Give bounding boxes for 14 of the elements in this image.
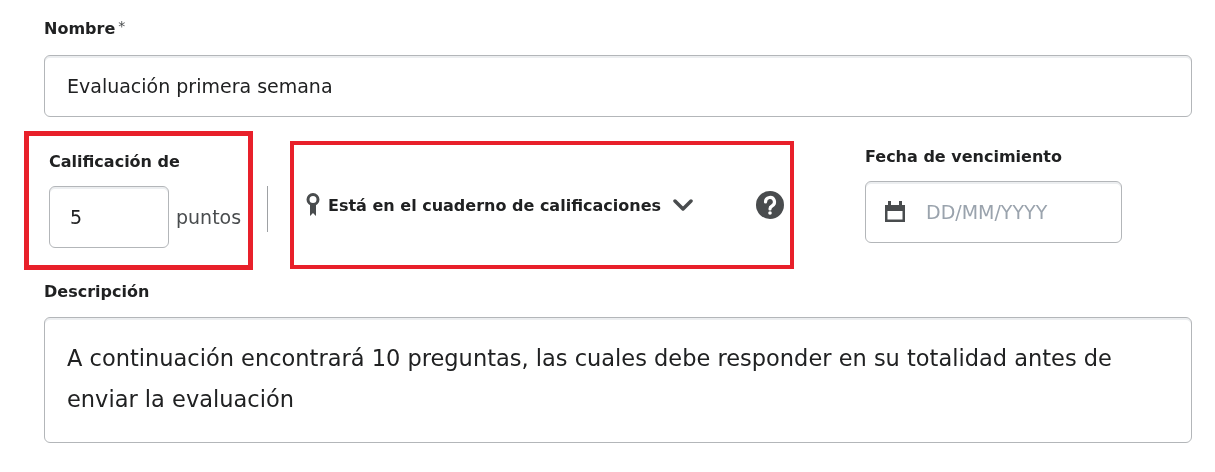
date-field[interactable]: DD/MM/YYYY bbox=[865, 181, 1122, 243]
name-field[interactable]: Evaluación primera semana bbox=[44, 55, 1192, 117]
ribbon-pin-icon bbox=[306, 193, 320, 217]
grade-field[interactable]: 5 bbox=[49, 186, 169, 248]
help-icon[interactable] bbox=[756, 191, 784, 219]
chevron-down-icon bbox=[673, 199, 693, 211]
field-label: Calificación de bbox=[49, 151, 180, 173]
field-label: Nombre bbox=[44, 18, 116, 40]
unit-label: puntos bbox=[176, 206, 242, 228]
field-label: Descripción bbox=[44, 281, 150, 303]
description-field[interactable]: A continuación encontrará 10 preguntas, las cuales debe responder en su totalidad antes de enviar la evaluación bbox=[44, 317, 1192, 443]
gradebook-dropdown[interactable]: Está en el cuaderno de calificaciones bbox=[304, 191, 695, 219]
required-mark: * bbox=[118, 18, 126, 34]
field-label: Fecha de vencimiento bbox=[865, 146, 1062, 168]
